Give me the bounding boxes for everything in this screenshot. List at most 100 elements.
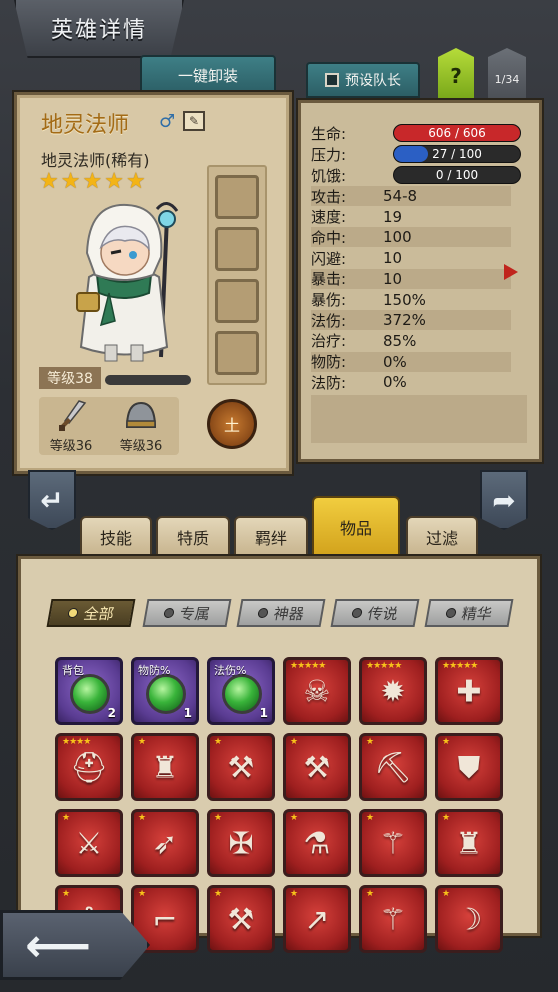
- inventory-item-slot[interactable]: ★ ✠: [207, 809, 275, 877]
- inventory-item-slot[interactable]: ★ ♜: [435, 809, 503, 877]
- star-icon: ★: [60, 169, 81, 194]
- armor-icon: ♜: [455, 826, 483, 862]
- radio-dot-icon: [445, 608, 457, 618]
- item-star-rating: ★: [442, 813, 450, 823]
- help-button[interactable]: ?: [438, 48, 474, 98]
- pickaxe-icon: ⛏: [373, 750, 413, 786]
- filter-all[interactable]: 全部: [46, 599, 136, 627]
- element-earth-badge[interactable]: 土: [207, 399, 257, 449]
- blade-icon: ☽: [455, 902, 483, 938]
- hero-page-indicator[interactable]: 1/34: [488, 48, 526, 98]
- item-star-rating: ★: [290, 737, 298, 747]
- inventory-item-slot[interactable]: ★★★★★ ✚: [435, 657, 503, 725]
- armor-helmet-icon[interactable]: [123, 399, 159, 433]
- item-star-rating: ★: [442, 889, 450, 899]
- expand-stats-arrow-icon[interactable]: [504, 264, 518, 280]
- stat-hp: 生命: 606 / 606: [311, 123, 521, 143]
- gear-slot[interactable]: [215, 331, 259, 375]
- inventory-item-slot[interactable]: 物防% 1: [131, 657, 199, 725]
- hero-portrait: [76, 202, 179, 362]
- stat-row: 物防: 0%: [311, 351, 511, 372]
- item-tag: 物防%: [138, 664, 171, 677]
- tab-filter[interactable]: 过滤: [406, 516, 478, 556]
- gear-slot[interactable]: [215, 227, 259, 271]
- hero-gear-slot-column: [207, 165, 267, 385]
- rifle-icon: ⌐: [152, 902, 178, 938]
- item-star-rating: ★: [366, 889, 374, 899]
- male-gender-icon: ♂: [159, 111, 176, 132]
- item-star-rating: ★★★★★: [290, 661, 326, 671]
- bomb-icon: ✹: [380, 674, 406, 710]
- inventory-item-slot[interactable]: ★ ♜: [131, 733, 199, 801]
- inventory-item-slot[interactable]: ★ ⚚: [359, 885, 427, 953]
- preset-captain-button[interactable]: 预设队长: [306, 62, 420, 98]
- previous-hero-arrow-icon[interactable]: ↵: [28, 470, 76, 530]
- inventory-item-slot[interactable]: ★ ⚒: [207, 885, 275, 953]
- hero-level: 等级38: [39, 367, 101, 389]
- filter-essence[interactable]: 精华: [424, 599, 514, 627]
- item-count: 1: [183, 706, 192, 720]
- inventory-item-slot[interactable]: ★ ⚔: [55, 809, 123, 877]
- radio-dot-icon: [163, 608, 175, 618]
- inventory-panel: 全部 专属 神器 传说 精华 背包 2 物防% 1 法伤% 1 ★★★★★ ☠ ★★★★★ ✹ ★★…: [18, 556, 540, 953]
- inventory-item-slot[interactable]: ★ ⚚: [359, 809, 427, 877]
- inventory-item-slot[interactable]: ★ ↗: [283, 885, 351, 953]
- item-star-rating: ★: [366, 737, 374, 747]
- inventory-item-slot[interactable]: ★ ☽: [435, 885, 503, 953]
- stress-bar: 27 / 100: [393, 145, 521, 163]
- item-count: 2: [107, 706, 116, 720]
- gear-slot[interactable]: [215, 175, 259, 219]
- item-star-rating: ★: [442, 737, 450, 747]
- filter-exclusive[interactable]: 专属: [142, 599, 232, 627]
- stat-stress: 压力: 27 / 100: [311, 144, 521, 164]
- helmet-icon: ⛑: [69, 750, 109, 786]
- inventory-item-slot[interactable]: ★ ⛏: [359, 733, 427, 801]
- tab-bonds[interactable]: 羁绊: [234, 516, 308, 556]
- armor-level: 等级36: [119, 439, 163, 454]
- stat-hunger: 饥饿: 0 / 100: [311, 165, 521, 185]
- inventory-item-slot[interactable]: ★ ⚒: [207, 733, 275, 801]
- gear-slot[interactable]: [215, 279, 259, 323]
- star-icon: ★: [125, 169, 146, 194]
- item-star-rating: ★★★★: [62, 737, 91, 747]
- hero-star-rating: ★ ★ ★ ★ ★: [39, 169, 146, 194]
- spear-icon: ↗: [304, 902, 330, 938]
- tab-items[interactable]: 物品: [312, 496, 400, 556]
- inventory-item-slot[interactable]: ★ ⛊: [435, 733, 503, 801]
- stat-row: 暴击: 10: [311, 268, 511, 289]
- inventory-item-slot[interactable]: ★ ⚒: [283, 733, 351, 801]
- medkit-icon: ✚: [456, 674, 482, 710]
- item-tag: 法伤%: [214, 664, 247, 677]
- tab-skills[interactable]: 技能: [80, 516, 152, 556]
- potion-icon: ⚗: [303, 826, 331, 862]
- next-hero-arrow-icon[interactable]: ➦: [480, 470, 528, 530]
- inventory-item-slot[interactable]: ★★★★★ ☠: [283, 657, 351, 725]
- tab-traits[interactable]: 特质: [156, 516, 230, 556]
- item-star-rating: ★★★★★: [442, 661, 478, 671]
- filter-legendary[interactable]: 传说: [330, 599, 420, 627]
- unequip-all-button[interactable]: 一键卸装: [140, 55, 276, 95]
- inventory-item-slot[interactable]: ★ ⚗: [283, 809, 351, 877]
- filter-artifact[interactable]: 神器: [236, 599, 326, 627]
- inventory-item-slot[interactable]: ★ ➶: [131, 809, 199, 877]
- inventory-item-slot[interactable]: ★★★★★ ✹: [359, 657, 427, 725]
- inventory-item-slot[interactable]: 背包 2: [55, 657, 123, 725]
- stat-row: 命中: 100: [311, 227, 511, 248]
- rename-edit-icon[interactable]: ✎: [183, 111, 205, 131]
- back-arrow-button[interactable]: ⟵: [0, 910, 150, 980]
- experience-bar: [105, 375, 191, 385]
- axe-icon: ⚒: [227, 750, 255, 786]
- weapon-sword-icon[interactable]: [57, 399, 87, 433]
- item-tag: 背包: [62, 664, 84, 677]
- equipment-panel: 等级36 等级36: [39, 397, 179, 455]
- inventory-item-slot[interactable]: 法伤% 1: [207, 657, 275, 725]
- item-star-rating: ★: [62, 813, 70, 823]
- hunger-bar: 0 / 100: [393, 166, 521, 184]
- armor-icon: ♜: [151, 750, 179, 786]
- inventory-item-slot[interactable]: ★★★★ ⛑: [55, 733, 123, 801]
- preset-captain-checkbox[interactable]: [325, 73, 339, 87]
- item-star-rating: ★: [290, 813, 298, 823]
- stat-row: 速度: 19: [311, 207, 403, 227]
- bow-icon: ➶: [152, 826, 178, 862]
- page-title: 英雄详情: [14, 0, 184, 58]
